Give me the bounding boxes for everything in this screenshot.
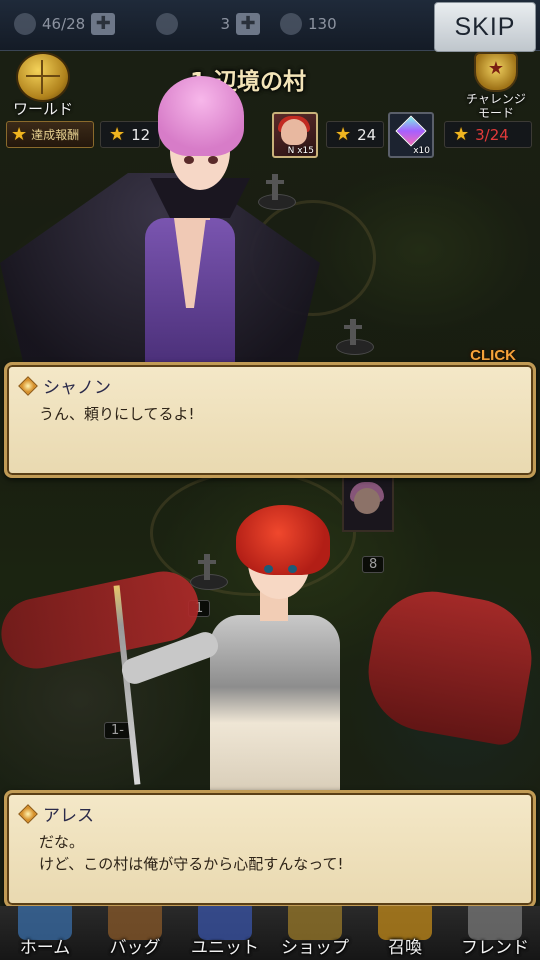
ticket-icon — [156, 13, 178, 35]
dialog-text: うん、頼りにしてるよ! — [39, 405, 195, 423]
character-shannon-portrait — [0, 68, 330, 373]
star-icon: ★ — [335, 124, 352, 145]
nav-unit[interactable]: ユニット — [180, 906, 270, 960]
nav-label: ショップ — [281, 938, 349, 958]
coin-value: 130 — [308, 15, 337, 33]
nav-home[interactable]: ホーム — [0, 906, 90, 960]
speaker-name: アレス — [18, 801, 94, 826]
mission-progress: ★ 3/24 — [444, 121, 532, 148]
nav-friend[interactable]: フレンド — [450, 906, 540, 960]
diamond-icon — [18, 375, 38, 396]
stamina-counter: 46/28 ✚ — [14, 12, 116, 36]
character-ares-portrait — [0, 505, 540, 795]
add-stamina-button[interactable]: ✚ — [91, 13, 116, 35]
nav-shop[interactable]: ショップ — [270, 906, 360, 960]
stamina-value: 46/28 — [42, 15, 86, 33]
challenge-label-line1: チャレンジ — [466, 92, 526, 106]
reward-gem-thumbnail[interactable]: x10 — [388, 112, 434, 158]
speaker-name: シャノン — [18, 373, 111, 398]
ticket-counter: 3 ✚ — [156, 12, 260, 36]
diamond-icon — [18, 803, 38, 824]
star-count-2: 24 — [357, 125, 377, 144]
dialog-text: だな。 けど、この村は俺が守るから心配すんなって! — [39, 833, 344, 873]
ticket-value: 3 — [220, 15, 230, 33]
nav-label: ユニット — [191, 938, 259, 958]
coin-icon — [280, 13, 302, 35]
stamina-icon — [14, 13, 36, 35]
add-ticket-button[interactable]: ✚ — [236, 13, 260, 35]
skip-button[interactable]: SKIP — [434, 2, 536, 52]
crystal-icon — [395, 115, 427, 147]
nav-label: ホーム — [19, 938, 71, 958]
nav-summon[interactable]: 召喚 — [360, 906, 450, 960]
star-requirement-2: ★ 24 — [326, 121, 384, 148]
dialog-box-ares[interactable]: アレス だな。 けど、この村は俺が守るから心配すんなって! — [4, 790, 536, 908]
speaker-name-text: アレス — [43, 806, 94, 826]
mission-progress-value: 3/24 — [475, 125, 509, 144]
trophy-icon — [474, 52, 518, 92]
dialog-box-shannon[interactable]: シャノン うん、頼りにしてるよ! — [4, 362, 536, 478]
star-icon: ★ — [453, 124, 470, 145]
nav-label: バッグ — [109, 938, 161, 958]
challenge-mode-button[interactable]: チャレンジ モード — [456, 52, 536, 120]
nav-label: フレンド — [461, 938, 529, 958]
bottom-navigation: ホーム バッグ ユニット ショップ 召喚 フレンド — [0, 906, 540, 960]
nav-bag[interactable]: バッグ — [90, 906, 180, 960]
nav-label: 召喚 — [388, 938, 422, 958]
speaker-name-text: シャノン — [43, 378, 111, 398]
reward-gem-qty: x10 — [413, 146, 430, 156]
coin-counter: 130 — [280, 12, 337, 36]
